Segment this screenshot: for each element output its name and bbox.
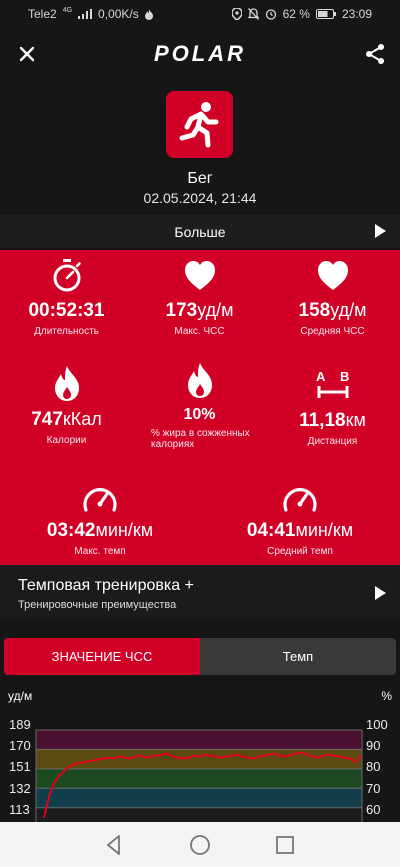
duration-stat: 00:52:31 Длительность [0, 258, 133, 337]
status-bar: Tele2 4G 0,00K/s 62 % 23:09 [0, 0, 400, 28]
polar-logo: POLAR [154, 41, 246, 66]
calories-label: Калории [46, 435, 87, 446]
avg-pace-unit: мин/км [295, 520, 354, 540]
avg-pace-stat: 04:41мин/км Средний темп [200, 482, 400, 557]
max-pace-label: Макс. темп [74, 546, 126, 557]
hr-zone-band [36, 768, 362, 789]
distance-ab-icon: A B [316, 369, 349, 398]
tab-pace[interactable]: Темп [200, 638, 396, 675]
system-nav-bar [0, 822, 400, 867]
network-type: 4G [62, 6, 73, 14]
sport-name: Бег [187, 170, 213, 187]
hr-zone-band [36, 730, 362, 750]
sport-badge [166, 91, 233, 158]
session-header: Бег 02.05.2024, 21:44 [0, 80, 400, 215]
hr-plot [35, 729, 363, 822]
training-benefit-row[interactable]: Темповая тренировка + Тренировочные преи… [0, 565, 400, 620]
avg-hr-unit: уд/м [330, 300, 367, 320]
session-datetime: 02.05.2024, 21:44 [143, 190, 257, 206]
flame-icon [54, 366, 79, 401]
chart-tabs: ЗНАЧЕНИЕ ЧСС Темп [4, 638, 396, 675]
max-pace-unit: мин/км [95, 520, 154, 540]
gauge-icon [83, 488, 117, 512]
hr-zone-band [36, 788, 362, 808]
back-icon [107, 835, 120, 855]
distance-unit: км [345, 410, 366, 430]
hr-zone-band [36, 749, 362, 769]
running-person-icon [179, 102, 219, 148]
tab-hr[interactable]: ЗНАЧЕНИЕ ЧСС [4, 638, 200, 675]
distance-value: 11,18 [299, 410, 346, 431]
more-button[interactable]: Больше [0, 215, 400, 248]
more-label: Больше [174, 224, 226, 240]
stopwatch-icon [53, 259, 81, 292]
share-button[interactable] [362, 41, 388, 67]
flame-icon [187, 363, 212, 398]
play-arrow-icon [375, 224, 386, 238]
heart-icon [184, 261, 215, 290]
back-button[interactable] [102, 833, 126, 857]
fat-pct-value: 10% [183, 406, 216, 423]
svg-text:A: A [316, 369, 326, 384]
avg-hr-stat: 158уд/м Средняя ЧСС [266, 258, 399, 337]
calories-value: 747 [31, 409, 63, 430]
training-title: Темповая тренировка + [18, 577, 194, 594]
distance-stat: A B 11,18км Дистанция [266, 368, 399, 447]
duration-value: 00:52:31 [28, 300, 105, 321]
distance-label: Дистанция [307, 436, 358, 447]
avg-hr-value: 158 [298, 300, 331, 321]
avg-pace-value: 04:41 [246, 520, 296, 541]
location-icon [231, 8, 242, 20]
gauge-icon [283, 488, 317, 512]
max-hr-stat: 173уд/м Макс. ЧСС [133, 258, 266, 337]
flame-small-icon [144, 8, 153, 20]
data-rate: 0,00K/s [98, 7, 139, 21]
play-arrow-icon [375, 586, 386, 600]
fat-pct-label: % жира в сожженных калориях [151, 428, 250, 450]
calories-stat: 747кКал Калории [0, 365, 133, 446]
max-pace-value: 03:42 [46, 520, 96, 541]
hr-chart: уд/м % 189 170 151 132 113 100 90 80 70 … [0, 683, 400, 822]
alarm-icon [265, 9, 276, 20]
recent-apps-button[interactable] [273, 833, 297, 857]
fat-pct-stat: 10% % жира в сожженных калориях [133, 362, 266, 450]
max-hr-value: 173 [165, 300, 198, 321]
hr-zone-band [36, 807, 362, 822]
max-pace-stat: 03:42мин/км Макс. темп [0, 482, 200, 557]
stats-panel: 00:52:31 Длительность 173уд/м Макс. ЧСС … [0, 250, 400, 565]
max-hr-label: Макс. ЧСС [174, 326, 225, 337]
home-button[interactable] [188, 833, 212, 857]
clock: 23:09 [341, 7, 372, 21]
avg-hr-label: Средняя ЧСС [300, 326, 365, 337]
heart-icon [317, 261, 348, 290]
battery-icon [315, 9, 336, 19]
svg-text:B: B [340, 369, 349, 384]
recent-apps-icon [276, 836, 294, 854]
mute-bell-icon [247, 8, 259, 20]
duration-label: Длительность [34, 326, 99, 337]
home-icon [190, 835, 210, 855]
avg-pace-label: Средний темп [267, 546, 333, 557]
max-hr-unit: уд/м [197, 300, 234, 320]
share-icon [366, 44, 384, 64]
training-subtitle: Тренировочные преимущества [18, 599, 177, 611]
battery-level: 62 % [282, 7, 310, 21]
app-top-bar: POLAR [0, 28, 400, 80]
signal-icon [78, 9, 93, 19]
carrier-name: Tele2 [28, 7, 57, 21]
calories-unit: кКал [62, 409, 102, 429]
